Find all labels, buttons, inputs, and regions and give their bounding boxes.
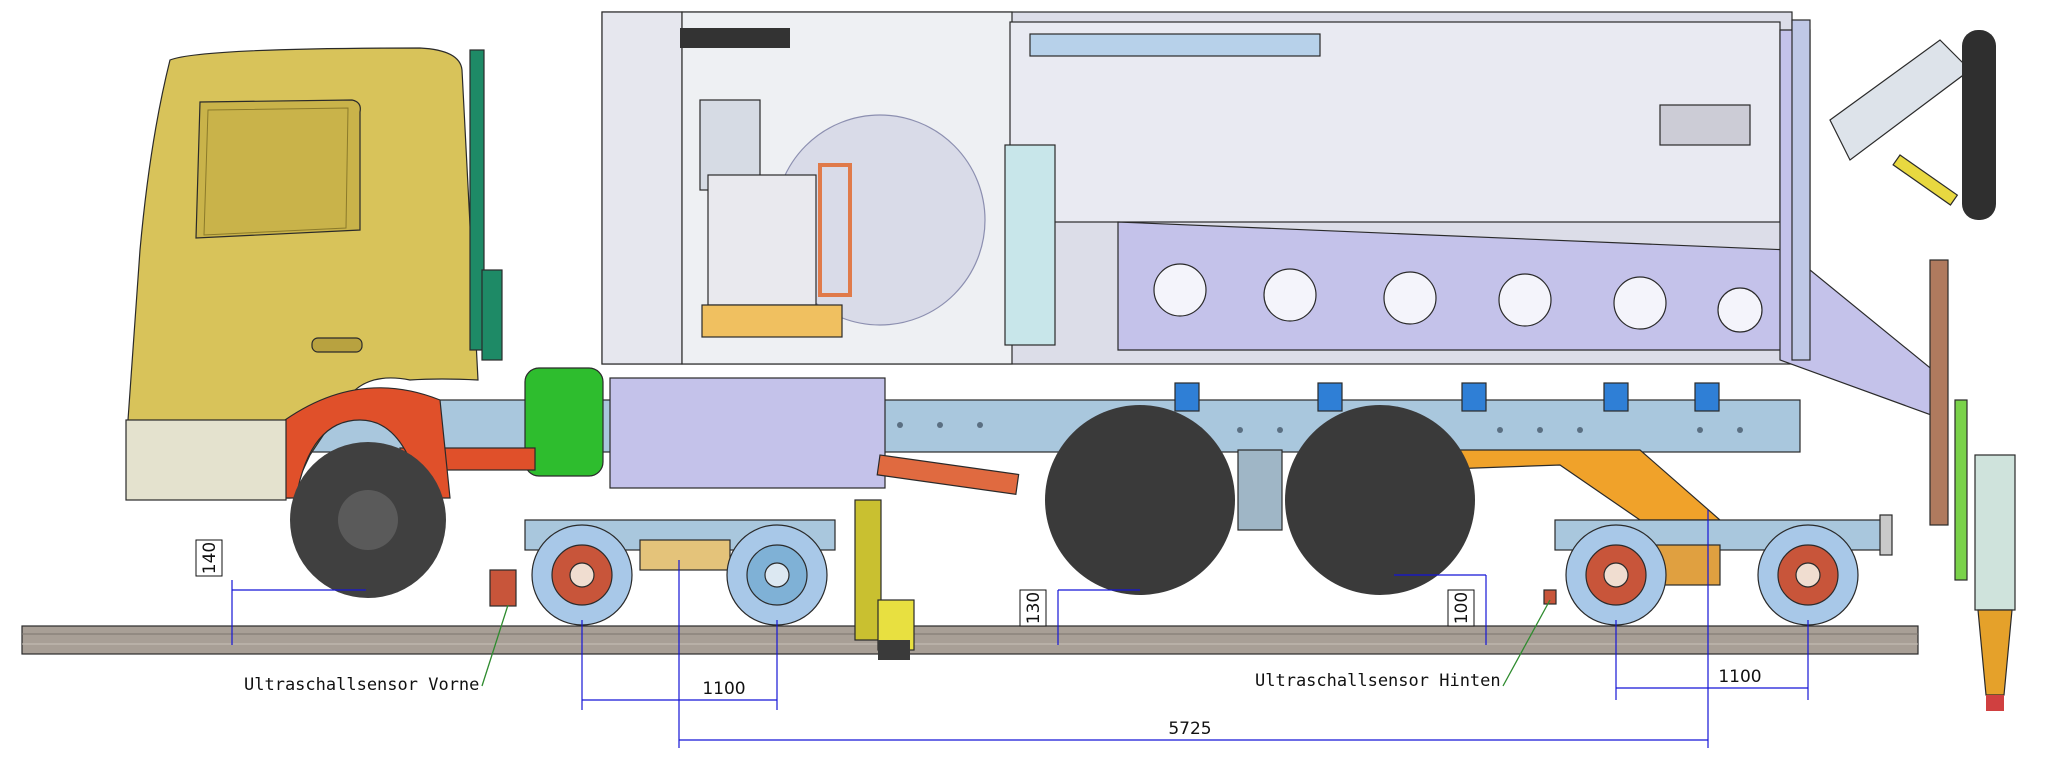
rear-road-tire-2 [1285, 405, 1475, 595]
porthole [1263, 268, 1317, 322]
dimension-rear-wheelbase: 1100 [1718, 667, 1761, 687]
sensor-front-label: Ultraschallsensor Vorne [244, 675, 479, 695]
porthole [1613, 276, 1667, 330]
svg-text:140: 140 [200, 542, 220, 574]
dimension-bogie-spacing: 5725 [1168, 719, 1211, 739]
rail-track [21, 625, 1919, 655]
sensor-rear-label: Ultraschallsensor Hinten [1255, 671, 1501, 691]
porthole [1153, 263, 1207, 317]
dimension-140: 140 [195, 539, 223, 577]
dimension-front-wheelbase: 1100 [702, 679, 745, 699]
porthole [1717, 287, 1763, 333]
svg-text:100: 100 [1452, 592, 1472, 624]
vehicle-technical-drawing: 140 130 100 1100 1100 5725 Ultraschallse… [21, 11, 2016, 748]
svg-text:130: 130 [1024, 592, 1044, 624]
porthole [1383, 271, 1437, 325]
rear-road-tire-1 [1045, 405, 1235, 595]
porthole [1498, 273, 1552, 327]
dimension-130: 130 [1019, 589, 1047, 627]
box-body [601, 11, 1946, 421]
dimension-100: 100 [1447, 589, 1475, 627]
